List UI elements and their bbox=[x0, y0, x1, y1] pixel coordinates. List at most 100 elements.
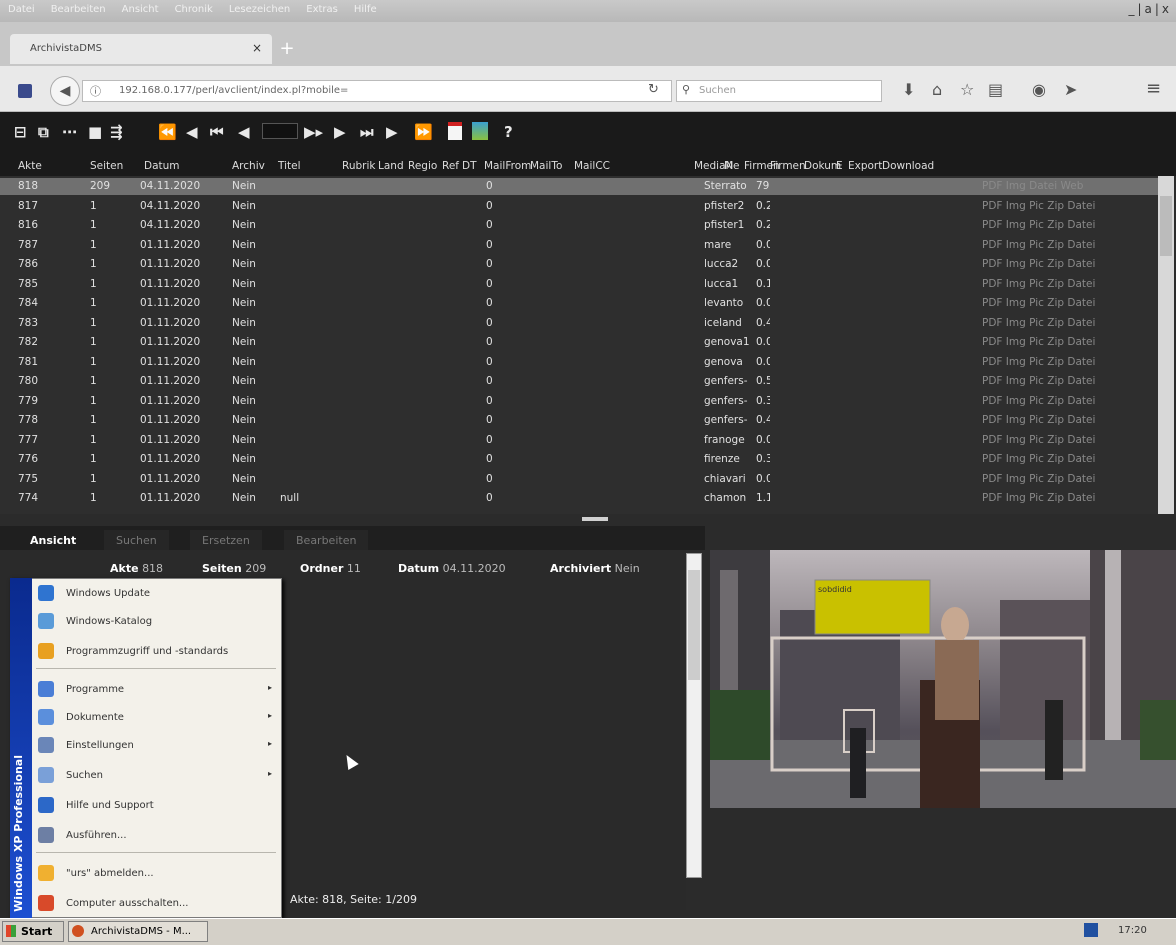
help-icon[interactable]: ? bbox=[504, 123, 513, 141]
column-header[interactable]: Regio bbox=[408, 160, 437, 172]
column-header[interactable]: Akte bbox=[18, 160, 42, 172]
column-header[interactable]: E bbox=[836, 160, 843, 172]
download-links[interactable]: PDF Img Pic Zip Datei bbox=[982, 356, 1095, 368]
menu-item[interactable]: Extras bbox=[298, 0, 346, 19]
library-icon[interactable]: ▤ bbox=[988, 80, 1003, 99]
tab-ersetzen[interactable]: Ersetzen bbox=[190, 530, 262, 550]
table-row[interactable]: 778 1 01.11.2020 Nein 0 genfers- 0.4 PDF Img Pi… bbox=[0, 412, 1158, 429]
info-icon[interactable]: ⓘ bbox=[90, 83, 101, 99]
column-header[interactable]: Me bbox=[724, 160, 740, 172]
column-header[interactable]: Land bbox=[378, 160, 404, 172]
table-row[interactable]: 777 1 01.11.2020 Nein 0 franoge 0.0 PDF Img Pic… bbox=[0, 432, 1158, 449]
page-number-input[interactable] bbox=[262, 123, 298, 139]
table-row[interactable]: 779 1 01.11.2020 Nein 0 genfers- 0.3 PDF Img Pi… bbox=[0, 393, 1158, 410]
table-row[interactable]: 774 1 01.11.2020 Nein null 0 chamon 1.1 PDF Img … bbox=[0, 490, 1158, 507]
detail-scroll-thumb[interactable] bbox=[688, 570, 700, 680]
toolbar-button[interactable]: ⊟ bbox=[14, 123, 27, 141]
table-row[interactable]: 782 1 01.11.2020 Nein 0 genova1 0.0 PDF Img Pic… bbox=[0, 334, 1158, 351]
tab-suchen[interactable]: Suchen bbox=[104, 530, 169, 550]
download-links[interactable]: PDF Img Pic Zip Datei bbox=[982, 453, 1095, 465]
download-icon[interactable]: ⬇ bbox=[902, 80, 915, 99]
column-header[interactable]: Titel bbox=[278, 160, 301, 172]
toolbar-button[interactable]: ◀ bbox=[238, 123, 250, 141]
table-row[interactable]: 818 209 04.11.2020 Nein 0 Sterrato 79 PDF Img D… bbox=[0, 178, 1158, 195]
download-links[interactable]: PDF Img Pic Zip Datei bbox=[982, 278, 1095, 290]
menu-item[interactable]: Datei bbox=[0, 0, 43, 19]
send-icon[interactable]: ➤ bbox=[1064, 80, 1077, 99]
table-row[interactable]: 787 1 01.11.2020 Nein 0 mare 0.0 PDF Img Pic Zi… bbox=[0, 237, 1158, 254]
column-header[interactable]: Firmen bbox=[770, 160, 806, 172]
column-header[interactable]: Export bbox=[848, 160, 882, 172]
pocket-icon[interactable]: ◉ bbox=[1032, 80, 1046, 99]
page-preview-image[interactable]: sobdidid bbox=[710, 550, 1176, 808]
column-header[interactable]: Seiten bbox=[90, 160, 123, 172]
pane-splitter[interactable] bbox=[0, 514, 1176, 526]
download-links[interactable]: PDF Img Pic Zip Datei bbox=[982, 258, 1095, 270]
start-menu-item[interactable]: Einstellungen ▸ bbox=[34, 734, 280, 758]
download-links[interactable]: PDF Img Datei Web bbox=[982, 180, 1083, 192]
menu-item[interactable]: Chronik bbox=[167, 0, 221, 19]
toolbar-button[interactable]: ⇶ bbox=[110, 123, 123, 141]
download-links[interactable]: PDF Img Pic Zip Datei bbox=[982, 434, 1095, 446]
tab-close-icon[interactable]: × bbox=[252, 41, 262, 55]
scroll-thumb[interactable] bbox=[1160, 196, 1172, 256]
table-row[interactable]: 783 1 01.11.2020 Nein 0 iceland 0.4 PDF Img Pic… bbox=[0, 315, 1158, 332]
detail-scrollbar[interactable] bbox=[686, 553, 702, 878]
window-controls[interactable]: _|a|x bbox=[1128, 2, 1172, 16]
toolbar-button[interactable]: ⧉ bbox=[38, 123, 49, 141]
toolbar-button[interactable]: ⋯ bbox=[62, 123, 77, 141]
toolbar-button[interactable]: ⏭ bbox=[360, 123, 374, 141]
toolbar-button[interactable]: ▶▸ bbox=[304, 123, 323, 141]
start-menu-item[interactable]: Dokumente ▸ bbox=[34, 706, 280, 730]
column-header[interactable]: Rubrik bbox=[342, 160, 375, 172]
column-header[interactable]: Download bbox=[882, 160, 934, 172]
menu-item[interactable]: Bearbeiten bbox=[43, 0, 114, 19]
table-row[interactable]: 786 1 01.11.2020 Nein 0 lucca2 0.0 PDF Img Pic … bbox=[0, 256, 1158, 273]
splitter-grip[interactable] bbox=[582, 517, 608, 521]
start-menu-item[interactable]: Computer ausschalten... bbox=[34, 892, 280, 916]
menu-item[interactable]: Hilfe bbox=[346, 0, 385, 19]
bookmark-star-icon[interactable]: ☆ bbox=[960, 80, 974, 99]
start-menu-item[interactable]: Windows-Katalog bbox=[34, 610, 280, 634]
calendar-icon[interactable] bbox=[448, 122, 462, 140]
table-scrollbar[interactable] bbox=[1158, 176, 1174, 514]
toolbar-button[interactable]: ⏩ bbox=[414, 123, 433, 141]
table-row[interactable]: 781 1 01.11.2020 Nein 0 genova 0.0 PDF Img Pic … bbox=[0, 354, 1158, 371]
column-header[interactable]: MailFrom bbox=[484, 160, 531, 172]
start-menu-item[interactable]: Hilfe und Support bbox=[34, 794, 280, 818]
hamburger-menu-icon[interactable]: ≡ bbox=[1146, 78, 1161, 99]
column-header[interactable]: Ref bbox=[442, 160, 459, 172]
download-links[interactable]: PDF Img Pic Zip Datei bbox=[982, 336, 1095, 348]
toolbar-button[interactable]: ◀ bbox=[186, 123, 198, 141]
download-links[interactable]: PDF Img Pic Zip Datei bbox=[982, 375, 1095, 387]
menu-item[interactable]: Lesezeichen bbox=[221, 0, 298, 19]
download-links[interactable]: PDF Img Pic Zip Datei bbox=[982, 239, 1095, 251]
download-links[interactable]: PDF Img Pic Zip Datei bbox=[982, 395, 1095, 407]
new-tab-button[interactable]: + bbox=[276, 38, 298, 60]
tab-ansicht[interactable]: Ansicht bbox=[18, 530, 89, 550]
start-menu-item[interactable]: Windows Update bbox=[34, 582, 280, 606]
download-links[interactable]: PDF Img Pic Zip Datei bbox=[982, 473, 1095, 485]
table-row[interactable]: 817 1 04.11.2020 Nein 0 pfister2 0.2 PDF Img Pi… bbox=[0, 198, 1158, 215]
browser-tab[interactable]: ArchivistaDMS × bbox=[10, 34, 272, 64]
start-menu-item[interactable]: "urs" abmelden... bbox=[34, 862, 280, 886]
start-menu-item[interactable]: Programme ▸ bbox=[34, 678, 280, 702]
table-row[interactable]: 784 1 01.11.2020 Nein 0 levanto 0.0 PDF Img Pic… bbox=[0, 295, 1158, 312]
table-row[interactable]: 776 1 01.11.2020 Nein 0 firenze 0.3 PDF Img Pic… bbox=[0, 451, 1158, 468]
toolbar-button[interactable]: ▶ bbox=[334, 123, 346, 141]
archive-icon[interactable] bbox=[472, 122, 488, 140]
download-links[interactable]: PDF Img Pic Zip Datei bbox=[982, 492, 1095, 504]
column-header[interactable]: MailTo bbox=[530, 160, 562, 172]
download-links[interactable]: PDF Img Pic Zip Datei bbox=[982, 317, 1095, 329]
reload-icon[interactable]: ↻ bbox=[648, 82, 659, 97]
column-header[interactable]: Archiv bbox=[232, 160, 265, 172]
search-input[interactable]: Suchen bbox=[676, 80, 882, 102]
toolbar-button[interactable]: ⏪ bbox=[158, 123, 177, 141]
start-menu-item[interactable]: Ausführen... bbox=[34, 824, 280, 848]
toolbar-button[interactable]: ▶ bbox=[386, 123, 398, 141]
download-links[interactable]: PDF Img Pic Zip Datei bbox=[982, 297, 1095, 309]
table-row[interactable]: 775 1 01.11.2020 Nein 0 chiavari 0.0 PDF Img Pi… bbox=[0, 471, 1158, 488]
toolbar-button[interactable]: ■ bbox=[88, 123, 102, 141]
column-header[interactable]: DT bbox=[462, 160, 477, 172]
back-button[interactable]: ◀ bbox=[50, 76, 80, 106]
